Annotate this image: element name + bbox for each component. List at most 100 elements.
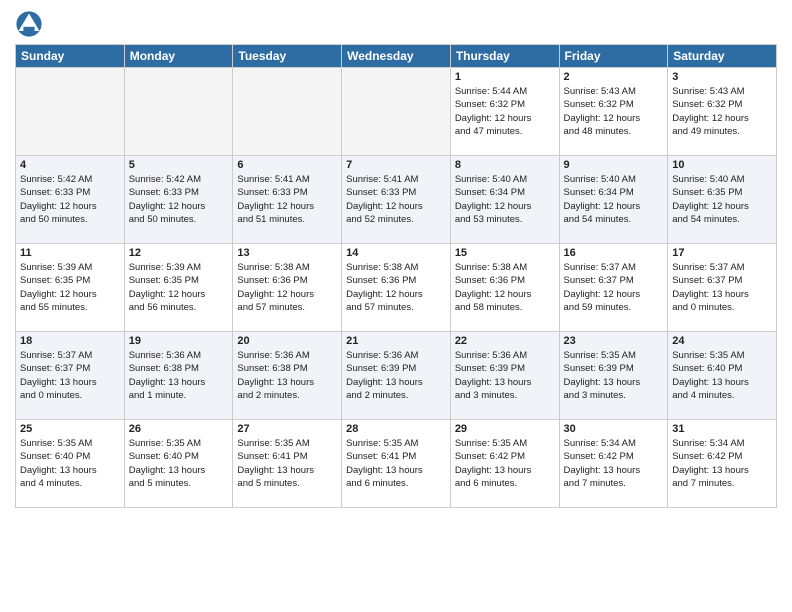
day-number: 2	[564, 71, 664, 83]
day-number: 10	[672, 159, 772, 171]
calendar-cell: 11 Sunrise: 5:39 AM Sunset: 6:35 PM Dayli…	[16, 244, 125, 332]
calendar-cell: 28 Sunrise: 5:35 AM Sunset: 6:41 PM Dayli…	[342, 420, 451, 508]
day-info: Sunrise: 5:36 AM Sunset: 6:38 PM Dayligh…	[237, 349, 337, 402]
calendar-cell: 8 Sunrise: 5:40 AM Sunset: 6:34 PM Daylig…	[450, 156, 559, 244]
calendar-cell: 29 Sunrise: 5:35 AM Sunset: 6:42 PM Dayli…	[450, 420, 559, 508]
day-number: 26	[129, 423, 229, 435]
day-number: 9	[564, 159, 664, 171]
day-info: Sunrise: 5:37 AM Sunset: 6:37 PM Dayligh…	[564, 261, 664, 314]
day-number: 30	[564, 423, 664, 435]
calendar-cell: 23 Sunrise: 5:35 AM Sunset: 6:39 PM Dayli…	[559, 332, 668, 420]
calendar-header-saturday: Saturday	[668, 45, 777, 68]
day-info: Sunrise: 5:43 AM Sunset: 6:32 PM Dayligh…	[564, 85, 664, 138]
day-info: Sunrise: 5:35 AM Sunset: 6:42 PM Dayligh…	[455, 437, 555, 490]
calendar-header-wednesday: Wednesday	[342, 45, 451, 68]
calendar-week-row: 4Sunrise: 5:42 AM Sunset: 6:33 PM Daylig…	[16, 156, 777, 244]
calendar-cell: 27 Sunrise: 5:35 AM Sunset: 6:41 PM Dayli…	[233, 420, 342, 508]
day-number: 17	[672, 247, 772, 259]
calendar-header-sunday: Sunday	[16, 45, 125, 68]
calendar-cell: 9Sunrise: 5:40 AM Sunset: 6:34 PM Daylig…	[559, 156, 668, 244]
calendar-cell: 19Sunrise: 5:36 AM Sunset: 6:38 PM Dayli…	[124, 332, 233, 420]
day-info: Sunrise: 5:42 AM Sunset: 6:33 PM Dayligh…	[129, 173, 229, 226]
day-number: 18	[20, 335, 120, 347]
day-number: 12	[129, 247, 229, 259]
day-number: 3	[672, 71, 772, 83]
calendar-cell: 30 Sunrise: 5:34 AM Sunset: 6:42 PM Dayli…	[559, 420, 668, 508]
calendar-cell: 13 Sunrise: 5:38 AM Sunset: 6:36 PM Dayli…	[233, 244, 342, 332]
day-info: Sunrise: 5:42 AM Sunset: 6:33 PM Dayligh…	[20, 173, 120, 226]
calendar-cell	[16, 68, 125, 156]
calendar-week-row: 25 Sunrise: 5:35 AM Sunset: 6:40 PM Dayli…	[16, 420, 777, 508]
day-info: Sunrise: 5:35 AM Sunset: 6:40 PM Dayligh…	[672, 349, 772, 402]
day-number: 29	[455, 423, 555, 435]
calendar-header-thursday: Thursday	[450, 45, 559, 68]
calendar-header-row: SundayMondayTuesdayWednesdayThursdayFrid…	[16, 45, 777, 68]
calendar-cell	[342, 68, 451, 156]
calendar-header-monday: Monday	[124, 45, 233, 68]
day-number: 27	[237, 423, 337, 435]
day-info: Sunrise: 5:36 AM Sunset: 6:38 PM Dayligh…	[129, 349, 229, 402]
calendar-cell: 5 Sunrise: 5:42 AM Sunset: 6:33 PM Daylig…	[124, 156, 233, 244]
day-info: Sunrise: 5:38 AM Sunset: 6:36 PM Dayligh…	[455, 261, 555, 314]
calendar-cell	[233, 68, 342, 156]
calendar-cell: 15 Sunrise: 5:38 AM Sunset: 6:36 PM Dayli…	[450, 244, 559, 332]
calendar-cell: 26 Sunrise: 5:35 AM Sunset: 6:40 PM Dayli…	[124, 420, 233, 508]
day-info: Sunrise: 5:34 AM Sunset: 6:42 PM Dayligh…	[564, 437, 664, 490]
day-number: 22	[455, 335, 555, 347]
calendar-cell: 16 Sunrise: 5:37 AM Sunset: 6:37 PM Dayli…	[559, 244, 668, 332]
day-info: Sunrise: 5:35 AM Sunset: 6:41 PM Dayligh…	[346, 437, 446, 490]
day-info: Sunrise: 5:35 AM Sunset: 6:40 PM Dayligh…	[129, 437, 229, 490]
calendar: SundayMondayTuesdayWednesdayThursdayFrid…	[15, 44, 777, 508]
day-number: 8	[455, 159, 555, 171]
calendar-cell: 18 Sunrise: 5:37 AM Sunset: 6:37 PM Dayli…	[16, 332, 125, 420]
day-info: Sunrise: 5:35 AM Sunset: 6:41 PM Dayligh…	[237, 437, 337, 490]
day-info: Sunrise: 5:38 AM Sunset: 6:36 PM Dayligh…	[346, 261, 446, 314]
calendar-cell: 3 Sunrise: 5:43 AM Sunset: 6:32 PM Daylig…	[668, 68, 777, 156]
day-number: 15	[455, 247, 555, 259]
calendar-cell	[124, 68, 233, 156]
calendar-cell: 24Sunrise: 5:35 AM Sunset: 6:40 PM Dayli…	[668, 332, 777, 420]
day-number: 25	[20, 423, 120, 435]
calendar-week-row: 1 Sunrise: 5:44 AM Sunset: 6:32 PM Daylig…	[16, 68, 777, 156]
day-number: 1	[455, 71, 555, 83]
logo-icon	[15, 10, 43, 38]
day-info: Sunrise: 5:37 AM Sunset: 6:37 PM Dayligh…	[20, 349, 120, 402]
calendar-cell: 4Sunrise: 5:42 AM Sunset: 6:33 PM Daylig…	[16, 156, 125, 244]
day-number: 6	[237, 159, 337, 171]
day-info: Sunrise: 5:39 AM Sunset: 6:35 PM Dayligh…	[20, 261, 120, 314]
day-info: Sunrise: 5:43 AM Sunset: 6:32 PM Dayligh…	[672, 85, 772, 138]
day-number: 11	[20, 247, 120, 259]
calendar-header-tuesday: Tuesday	[233, 45, 342, 68]
day-info: Sunrise: 5:41 AM Sunset: 6:33 PM Dayligh…	[346, 173, 446, 226]
day-info: Sunrise: 5:36 AM Sunset: 6:39 PM Dayligh…	[346, 349, 446, 402]
calendar-cell: 20 Sunrise: 5:36 AM Sunset: 6:38 PM Dayli…	[233, 332, 342, 420]
calendar-cell: 12 Sunrise: 5:39 AM Sunset: 6:35 PM Dayli…	[124, 244, 233, 332]
day-info: Sunrise: 5:36 AM Sunset: 6:39 PM Dayligh…	[455, 349, 555, 402]
day-number: 16	[564, 247, 664, 259]
header	[15, 10, 777, 38]
calendar-week-row: 18 Sunrise: 5:37 AM Sunset: 6:37 PM Dayli…	[16, 332, 777, 420]
day-info: Sunrise: 5:39 AM Sunset: 6:35 PM Dayligh…	[129, 261, 229, 314]
calendar-cell: 14Sunrise: 5:38 AM Sunset: 6:36 PM Dayli…	[342, 244, 451, 332]
day-number: 5	[129, 159, 229, 171]
calendar-cell: 10Sunrise: 5:40 AM Sunset: 6:35 PM Dayli…	[668, 156, 777, 244]
day-number: 20	[237, 335, 337, 347]
calendar-cell: 6Sunrise: 5:41 AM Sunset: 6:33 PM Daylig…	[233, 156, 342, 244]
calendar-cell: 17Sunrise: 5:37 AM Sunset: 6:37 PM Dayli…	[668, 244, 777, 332]
day-info: Sunrise: 5:40 AM Sunset: 6:34 PM Dayligh…	[455, 173, 555, 226]
calendar-header-friday: Friday	[559, 45, 668, 68]
day-number: 28	[346, 423, 446, 435]
day-number: 7	[346, 159, 446, 171]
page: SundayMondayTuesdayWednesdayThursdayFrid…	[0, 0, 792, 612]
day-info: Sunrise: 5:35 AM Sunset: 6:40 PM Dayligh…	[20, 437, 120, 490]
day-info: Sunrise: 5:34 AM Sunset: 6:42 PM Dayligh…	[672, 437, 772, 490]
day-info: Sunrise: 5:44 AM Sunset: 6:32 PM Dayligh…	[455, 85, 555, 138]
calendar-cell: 31 Sunrise: 5:34 AM Sunset: 6:42 PM Dayli…	[668, 420, 777, 508]
day-number: 13	[237, 247, 337, 259]
day-number: 23	[564, 335, 664, 347]
calendar-week-row: 11 Sunrise: 5:39 AM Sunset: 6:35 PM Dayli…	[16, 244, 777, 332]
calendar-cell: 2 Sunrise: 5:43 AM Sunset: 6:32 PM Daylig…	[559, 68, 668, 156]
day-number: 31	[672, 423, 772, 435]
day-info: Sunrise: 5:38 AM Sunset: 6:36 PM Dayligh…	[237, 261, 337, 314]
day-info: Sunrise: 5:35 AM Sunset: 6:39 PM Dayligh…	[564, 349, 664, 402]
